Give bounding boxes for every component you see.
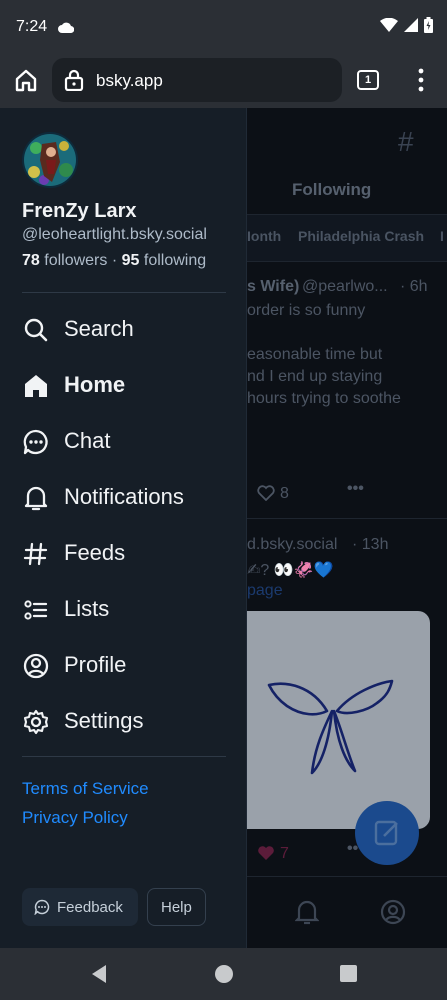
post-author: s Wife) (247, 278, 300, 295)
browser-home-icon[interactable] (13, 67, 39, 98)
system-nav-bar (0, 948, 447, 1000)
notifications-tab-icon[interactable] (294, 899, 320, 930)
status-bar: 7:24 (0, 0, 447, 56)
browser-toolbar: bsky.app 1 (0, 56, 447, 108)
nav-search[interactable]: Search (0, 302, 247, 358)
following-label[interactable]: following (144, 252, 206, 269)
profile-display-name: FrenZy Larx (22, 200, 137, 222)
profile-stats: 78 followers · 95 following (22, 252, 206, 270)
privacy-policy-link[interactable]: Privacy Policy (22, 808, 128, 828)
like-count: 8 (280, 485, 289, 502)
nav-profile[interactable]: Profile (0, 638, 247, 694)
stats-separator: · (111, 252, 118, 269)
post-text-line: hours trying to soothe (247, 390, 401, 407)
post-text-line: easonable time but (247, 346, 383, 363)
address-bar[interactable]: bsky.app (52, 58, 342, 102)
post-text-line: ✍? 👀🦑💙 (247, 562, 334, 579)
nav-chat[interactable]: Chat (0, 414, 247, 470)
lock-icon (64, 69, 84, 96)
more-icon[interactable]: ••• (347, 480, 364, 498)
nav-search-label: Search (64, 316, 134, 341)
compose-icon (374, 820, 398, 846)
chat-icon (22, 428, 50, 456)
avatar[interactable] (22, 132, 78, 188)
nav-settings-label: Settings (64, 708, 144, 733)
bell-icon (22, 484, 50, 512)
cloud-icon (58, 20, 75, 38)
like-filled-icon[interactable] (257, 845, 275, 866)
profile-icon (22, 652, 50, 680)
gear-icon (22, 708, 50, 736)
trend-chip[interactable]: Ionth (247, 228, 281, 244)
nav-notifications[interactable]: Notifications (0, 470, 247, 526)
post-time: · 13h (352, 536, 389, 553)
wifi-icon (380, 17, 398, 37)
feedback-label: Feedback (57, 899, 123, 916)
following-count: 95 (121, 252, 140, 269)
trend-chip[interactable]: Philadelphia Crash (298, 228, 424, 244)
like-count: 7 (280, 845, 289, 862)
nav-lists[interactable]: Lists (0, 582, 247, 638)
tab-switcher-button[interactable]: 1 (357, 70, 379, 90)
recents-icon[interactable] (340, 965, 357, 987)
post-time: · 6h (400, 278, 428, 295)
status-time: 7:24 (16, 18, 48, 35)
post-text-line: nd I end up staying (247, 368, 383, 385)
like-icon[interactable] (257, 485, 275, 506)
post-text-line: order is so funny (247, 302, 366, 319)
url-text: bsky.app (96, 71, 163, 90)
nav-home-label: Home (64, 372, 126, 397)
nav-settings[interactable]: Settings (0, 694, 247, 750)
post-link[interactable]: page (247, 582, 283, 600)
bottom-tab-bar (247, 876, 447, 948)
followers-label[interactable]: followers (44, 252, 107, 269)
nav-home[interactable]: Home (0, 358, 247, 414)
nav-profile-label: Profile (64, 652, 127, 677)
profile-tab-icon[interactable] (380, 899, 406, 930)
profile-handle: @leoheartlight.bsky.social (22, 226, 207, 243)
post-image[interactable] (247, 611, 430, 829)
search-icon (22, 316, 50, 344)
help-label: Help (161, 899, 192, 916)
hash-icon (22, 540, 50, 568)
back-icon[interactable] (90, 964, 108, 989)
post-handle: d.bsky.social (247, 536, 338, 553)
nav-chat-label: Chat (64, 428, 111, 453)
nav-notifications-label: Notifications (64, 484, 184, 509)
home-icon (22, 372, 50, 400)
followers-count: 78 (22, 252, 40, 269)
list-icon (22, 596, 50, 624)
nav-lists-label: Lists (64, 596, 110, 621)
home-circle-icon[interactable] (214, 964, 234, 989)
feedback-chat-icon (34, 899, 50, 919)
feedback-button[interactable]: Feedback (22, 888, 138, 926)
browser-menu-icon[interactable] (418, 68, 424, 97)
divider (22, 292, 226, 293)
help-button[interactable]: Help (147, 888, 206, 926)
compose-button[interactable] (355, 801, 419, 865)
side-drawer: FrenZy Larx @leoheartlight.bsky.social 7… (0, 108, 247, 948)
nav-feeds-label: Feeds (64, 540, 126, 565)
battery-icon (424, 17, 433, 38)
nav-feeds[interactable]: Feeds (0, 526, 247, 582)
divider (22, 756, 226, 757)
tab-following[interactable]: Following (292, 180, 371, 200)
signal-icon (404, 18, 418, 37)
terms-of-service-link[interactable]: Terms of Service (22, 779, 149, 799)
feeds-hash-icon[interactable]: # (398, 126, 414, 158)
trend-chip[interactable]: I (440, 228, 444, 244)
butterfly-drawing (267, 679, 394, 775)
post-handle: @pearlwo... (302, 278, 388, 295)
